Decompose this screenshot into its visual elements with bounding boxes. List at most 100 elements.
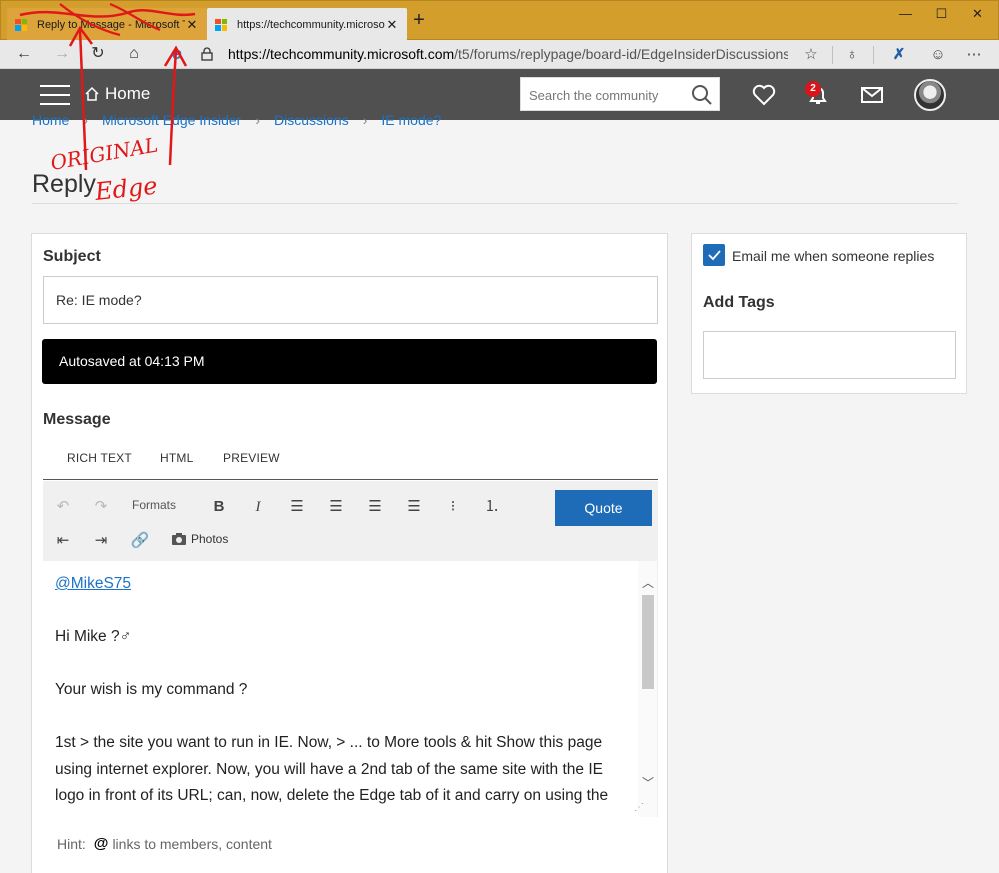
formats-dropdown[interactable]: Formats (132, 498, 176, 512)
annotation-text-original: ORIGINAL (49, 132, 160, 174)
body-line: Your wish is my command ? (55, 681, 248, 698)
numbered-list-icon[interactable]: ⒈ (482, 497, 502, 517)
tab-title: https://techcommunity.microsoft (237, 18, 385, 31)
toolbar-divider (832, 46, 833, 64)
house-icon (85, 86, 99, 101)
hint-label: Hint: (57, 835, 86, 852)
search-box (520, 77, 720, 111)
breadcrumb-edge-insider[interactable]: Microsoft Edge Insider (102, 112, 241, 128)
more-icon[interactable]: ⋯ (963, 44, 985, 66)
annotation-text-edge: Edge (93, 172, 159, 206)
editor-hint: Hint: @ links to members, content (57, 835, 272, 852)
menu-icon[interactable] (40, 85, 70, 105)
microsoft-logo-icon (215, 18, 227, 31)
tab-title: Reply to Message - Microsoft Te (37, 18, 185, 31)
editor-content[interactable]: @MikeS75 Hi Mike ?♂ Your wish is my comm… (55, 571, 627, 817)
indent-icon[interactable]: ⇥ (91, 531, 111, 551)
browser-titlebar: Reply to Message - Microsoft Te ✕ https:… (0, 0, 999, 41)
tab-html[interactable]: HTML (160, 451, 193, 465)
subject-input[interactable] (43, 276, 658, 324)
chevron-right-icon: › (255, 112, 260, 128)
bulb-icon[interactable]: ♁ (841, 44, 863, 66)
tab-reply-to-message[interactable]: Reply to Message - Microsoft Te ✕ (7, 8, 207, 41)
avatar[interactable] (914, 79, 946, 111)
photos-button[interactable]: Photos (171, 532, 228, 546)
refresh-icon[interactable]: ↻ (86, 43, 110, 65)
align-center-icon[interactable]: ☰ (326, 497, 346, 517)
search-input[interactable] (529, 84, 689, 106)
tab-rich-text[interactable]: RICH TEXT (67, 451, 132, 465)
resize-grip-icon[interactable]: ⋰ (634, 802, 646, 814)
microsoft-logo-icon (15, 18, 27, 31)
italic-icon[interactable]: I (248, 497, 268, 517)
close-icon[interactable]: ✕ (385, 17, 399, 33)
tab-techcommunity[interactable]: https://techcommunity.microsoft ✕ (207, 8, 407, 41)
reply-form-panel: Subject Autosaved at 04:13 PM Message RI… (31, 233, 668, 873)
photos-label: Photos (191, 532, 229, 546)
minimize-button[interactable]: — (889, 3, 922, 25)
checkmark-icon (708, 250, 721, 261)
align-left-icon[interactable]: ☰ (287, 497, 307, 517)
undo-icon[interactable]: ↶ (53, 497, 73, 517)
body-line: 1st > the site you want to run in IE. No… (55, 734, 609, 804)
home-label: Home (105, 84, 151, 103)
bold-icon[interactable]: B (209, 497, 229, 517)
hint-text: links to members, content (112, 835, 272, 852)
mention-link[interactable]: @MikeS75 (55, 575, 131, 592)
camera-icon (172, 533, 186, 545)
editor-toolbar: ↶ ↷ Formats B I ☰ ☰ ☰ ☰ ⁝ ⒈ Quote ⇤ ⇥ 🔗 … (43, 481, 658, 561)
chevron-right-icon: › (83, 112, 89, 128)
justify-icon[interactable]: ☰ (404, 497, 424, 517)
toolbar-divider (873, 46, 874, 64)
tab-preview[interactable]: PREVIEW (223, 451, 280, 465)
editor-scrollbar[interactable]: ︿ ﹀ (638, 561, 657, 817)
heart-icon[interactable] (752, 83, 776, 107)
home-link[interactable]: Home (84, 84, 150, 104)
emoji-icon[interactable]: ☺ (927, 44, 949, 66)
subject-label: Subject (43, 248, 101, 265)
breadcrumb: Home › Microsoft Edge Insider › Discussions ›… (32, 112, 441, 128)
url-field[interactable]: https://techcommunity.microsoft.com/t5/f… (228, 46, 788, 62)
autosave-banner: Autosaved at 04:13 PM (42, 339, 657, 384)
chevron-right-icon: › (362, 112, 368, 128)
editor-tabs: RICH TEXT HTML PREVIEW (43, 444, 658, 480)
align-right-icon[interactable]: ☰ (365, 497, 385, 517)
link-icon[interactable]: 🔗 (130, 531, 150, 551)
chevron-down-icon[interactable]: ﹀ (638, 773, 657, 793)
address-bar: ← → ↻ ⌂ e https://techcommunity.microsof… (0, 40, 999, 69)
breadcrumb-ie-mode[interactable]: IE mode? (381, 112, 441, 128)
extension-icon[interactable]: ✗ (888, 44, 910, 66)
back-icon[interactable]: ← (12, 43, 36, 65)
maximize-button[interactable]: ☐ (925, 3, 958, 25)
breadcrumb-home[interactable]: Home (32, 112, 69, 128)
notification-badge[interactable]: 2 (805, 81, 821, 97)
star-icon[interactable]: ☆ (800, 44, 822, 66)
breadcrumb-discussions[interactable]: Discussions (274, 112, 349, 128)
outdent-icon[interactable]: ⇤ (53, 531, 73, 551)
redo-icon[interactable]: ↷ (91, 497, 111, 517)
at-icon: @ (93, 835, 109, 852)
close-window-button[interactable]: ✕ (961, 3, 994, 25)
forward-icon[interactable]: → (50, 43, 74, 65)
bullet-list-icon[interactable]: ⁝ (443, 497, 463, 517)
search-icon[interactable] (691, 84, 713, 106)
ie-icon[interactable]: e (168, 45, 186, 63)
lock-icon (201, 47, 213, 61)
close-icon[interactable]: ✕ (185, 17, 199, 33)
body-line: Hi Mike ?♂ (55, 628, 132, 645)
quote-button[interactable]: Quote (555, 490, 652, 526)
home-icon[interactable]: ⌂ (122, 43, 146, 65)
message-editor[interactable]: @MikeS75 Hi Mike ?♂ Your wish is my comm… (43, 561, 658, 817)
add-tags-label: Add Tags (703, 294, 775, 311)
tags-input[interactable] (703, 331, 956, 379)
mail-icon[interactable] (860, 83, 884, 107)
divider (32, 203, 958, 204)
new-tab-button[interactable]: + (409, 9, 429, 33)
email-checkbox[interactable] (703, 244, 725, 266)
scrollbar-thumb[interactable] (642, 595, 654, 689)
email-checkbox-label[interactable]: Email me when someone replies (732, 248, 934, 264)
chevron-up-icon[interactable]: ︿ (638, 573, 657, 593)
message-label: Message (43, 411, 111, 428)
options-panel: Email me when someone replies Add Tags (691, 233, 967, 394)
page-title: Reply (32, 170, 96, 198)
